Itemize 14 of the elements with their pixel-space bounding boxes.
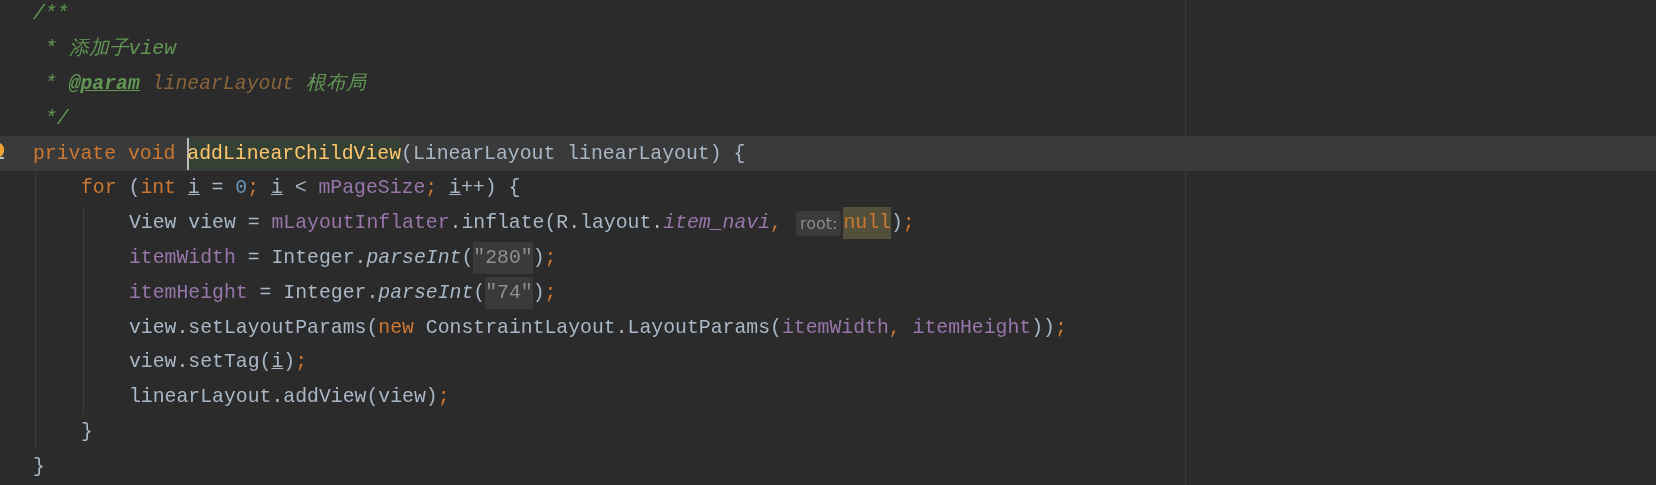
code-text: } bbox=[81, 419, 93, 445]
code-text: /** bbox=[33, 2, 69, 28]
code-text: * @param linearLayout 根布局 bbox=[43, 72, 367, 97]
code-text: View view = mLayoutInflater.inflate(R.layout.item_navi, bbox=[129, 211, 782, 237]
code-text: for (int i = 0; i < mPageSize; i++) { bbox=[81, 176, 521, 202]
code-text: linearLayout.addView(view); bbox=[129, 385, 450, 411]
code-text: */ bbox=[43, 106, 69, 132]
inlay-hint: root: bbox=[795, 210, 842, 236]
code-text: itemHeight = Integer.parseInt("74"); bbox=[129, 276, 557, 309]
code-text: itemWidth = Integer.parseInt("280"); bbox=[129, 241, 557, 274]
code-text: * 添加子view bbox=[43, 36, 177, 63]
code-text: view.setTag(i); bbox=[129, 350, 308, 376]
code-text: view.setLayoutParams(new ConstraintLayout.LayoutParams(itemWidth, itemHeight)); bbox=[129, 315, 1067, 341]
code-text: } bbox=[33, 454, 45, 480]
